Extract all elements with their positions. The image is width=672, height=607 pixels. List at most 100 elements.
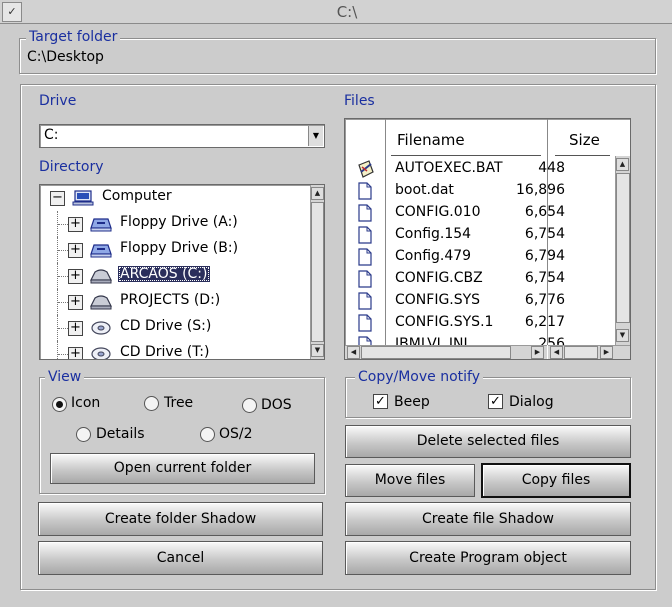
dialog-label[interactable]: Dialog: [509, 394, 554, 410]
size-horizontal-scrollbar[interactable]: ◀ ▶: [548, 345, 630, 359]
tree-item-label[interactable]: CD Drive (T:): [118, 344, 211, 359]
drive-combobox[interactable]: C: ▼: [39, 124, 325, 148]
scroll-thumb[interactable]: [564, 346, 598, 359]
header-underline: [391, 155, 541, 156]
scroll-thumb[interactable]: [311, 202, 324, 342]
create-program-object-button[interactable]: Create Program object: [345, 541, 631, 575]
filename-horizontal-scrollbar[interactable]: ◀ ▶: [345, 345, 547, 359]
tree-item-label[interactable]: CD Drive (S:): [118, 318, 213, 334]
hard-drive-icon: [90, 268, 112, 284]
file-row[interactable]: Config.479 6,794: [345, 246, 615, 268]
computer-icon: [72, 190, 94, 206]
create-folder-shadow-button[interactable]: Create folder Shadow: [38, 502, 323, 536]
tree-item-label[interactable]: PROJECTS (D:): [118, 292, 222, 308]
floppy-drive-icon: [90, 242, 112, 258]
scroll-down-arrow-icon[interactable]: ▼: [616, 329, 629, 342]
cancel-button[interactable]: Cancel: [38, 541, 323, 575]
file-icon: [357, 314, 373, 332]
file-icon: [357, 292, 373, 310]
chevron-down-icon[interactable]: ▼: [308, 126, 323, 146]
files-list[interactable]: Filename Size AUTOEXEC.BAT 448 boot.dat 16,…: [344, 118, 631, 360]
file-row[interactable]: boot.dat 16,896: [345, 180, 615, 202]
scroll-thumb[interactable]: [361, 346, 511, 359]
scroll-left-arrow-icon[interactable]: ◀: [347, 346, 360, 359]
radio-os2[interactable]: [200, 427, 215, 442]
delete-selected-files-button[interactable]: Delete selected files: [345, 425, 631, 458]
dialog-checkbox[interactable]: ✓: [488, 394, 503, 409]
tree-item-label[interactable]: Floppy Drive (B:): [118, 240, 240, 256]
files-vertical-scrollbar[interactable]: ▲ ▼: [615, 156, 630, 345]
scroll-right-arrow-icon[interactable]: ▶: [600, 346, 613, 359]
copy-files-button[interactable]: Copy files: [481, 463, 631, 498]
expand-icon[interactable]: +: [68, 243, 83, 258]
scroll-up-arrow-icon[interactable]: ▲: [311, 187, 324, 200]
file-icon: [357, 336, 373, 345]
file-icon: [357, 226, 373, 244]
scroll-down-arrow-icon[interactable]: ▼: [311, 344, 324, 357]
beep-checkbox[interactable]: ✓: [373, 394, 388, 409]
tree-line: [58, 224, 68, 226]
view-option-icon-label[interactable]: Icon: [71, 395, 100, 411]
column-header-filename[interactable]: Filename: [397, 131, 465, 149]
view-option-os2-label[interactable]: OS/2: [219, 426, 253, 442]
tree-item-label[interactable]: Computer: [100, 188, 174, 204]
scroll-left-arrow-icon[interactable]: ◀: [550, 346, 563, 359]
target-folder-value: C:\Desktop: [27, 49, 104, 65]
tree-item[interactable]: + CD Drive (S:): [40, 315, 310, 341]
tree-item[interactable]: + ARCAOS (C:): [40, 263, 310, 289]
system-menu-icon[interactable]: ✓: [2, 2, 22, 22]
file-row[interactable]: CONFIG.SYS.1 6,217: [345, 312, 615, 334]
move-files-button[interactable]: Move files: [345, 464, 475, 497]
radio-dos[interactable]: [242, 398, 257, 413]
tree-item-label[interactable]: Floppy Drive (A:): [118, 214, 240, 230]
file-row[interactable]: CONFIG.010 6,654: [345, 202, 615, 224]
scroll-thumb[interactable]: [616, 173, 630, 323]
column-header-size[interactable]: Size: [569, 131, 600, 149]
tree-line: [57, 341, 59, 359]
view-group-label: View: [45, 369, 85, 385]
collapse-icon[interactable]: −: [50, 191, 65, 206]
expand-icon[interactable]: +: [68, 321, 83, 336]
tree-item[interactable]: + Floppy Drive (A:): [40, 211, 310, 237]
file-row[interactable]: AUTOEXEC.BAT 448: [345, 158, 615, 180]
tree-line: [58, 354, 68, 356]
expand-icon[interactable]: +: [68, 347, 83, 359]
beep-label[interactable]: Beep: [394, 394, 430, 410]
file-icon: [357, 270, 373, 288]
tree-item[interactable]: + CD Drive (T:): [40, 341, 310, 359]
expand-icon[interactable]: +: [68, 269, 83, 284]
file-row[interactable]: CONFIG.CBZ 6,754: [345, 268, 615, 290]
tree-item-label[interactable]: ARCAOS (C:): [118, 266, 210, 282]
radio-icon[interactable]: [52, 397, 67, 412]
view-option-details-label[interactable]: Details: [96, 426, 145, 442]
file-name: CONFIG.010: [395, 204, 481, 220]
file-name: Config.154: [395, 226, 472, 242]
tree-item[interactable]: + PROJECTS (D:): [40, 289, 310, 315]
tree-item[interactable]: − Computer: [40, 185, 310, 211]
cd-drive-icon: [90, 320, 112, 336]
file-row[interactable]: IBMLVL.INI 256: [345, 334, 615, 345]
expand-icon[interactable]: +: [68, 217, 83, 232]
tree-line: [58, 250, 68, 252]
file-name: Config.479: [395, 248, 472, 264]
radio-details[interactable]: [76, 427, 91, 442]
file-row[interactable]: Config.154 6,754: [345, 224, 615, 246]
tree-item[interactable]: + Floppy Drive (B:): [40, 237, 310, 263]
expand-icon[interactable]: +: [68, 295, 83, 310]
file-name: CONFIG.SYS.1: [395, 314, 494, 330]
scroll-up-arrow-icon[interactable]: ▲: [616, 158, 629, 171]
open-current-folder-button[interactable]: Open current folder: [50, 453, 315, 484]
file-size: 6,754: [524, 270, 565, 286]
notify-group-label: Copy/Move notify: [355, 369, 484, 385]
view-option-tree-label[interactable]: Tree: [164, 395, 193, 411]
directory-tree[interactable]: − Computer + Floppy Drive (A:) + Floppy Drive…: [39, 184, 325, 360]
tree-line: [58, 302, 68, 304]
scroll-right-arrow-icon[interactable]: ▶: [531, 346, 544, 359]
file-size: 6,754: [524, 226, 565, 242]
directory-vertical-scrollbar[interactable]: ▲ ▼: [310, 185, 324, 359]
view-option-dos-label[interactable]: DOS: [261, 397, 292, 413]
file-row[interactable]: CONFIG.SYS 6,776: [345, 290, 615, 312]
radio-tree[interactable]: [144, 396, 159, 411]
create-file-shadow-button[interactable]: Create file Shadow: [345, 502, 631, 536]
target-folder-label: Target folder: [26, 29, 121, 45]
